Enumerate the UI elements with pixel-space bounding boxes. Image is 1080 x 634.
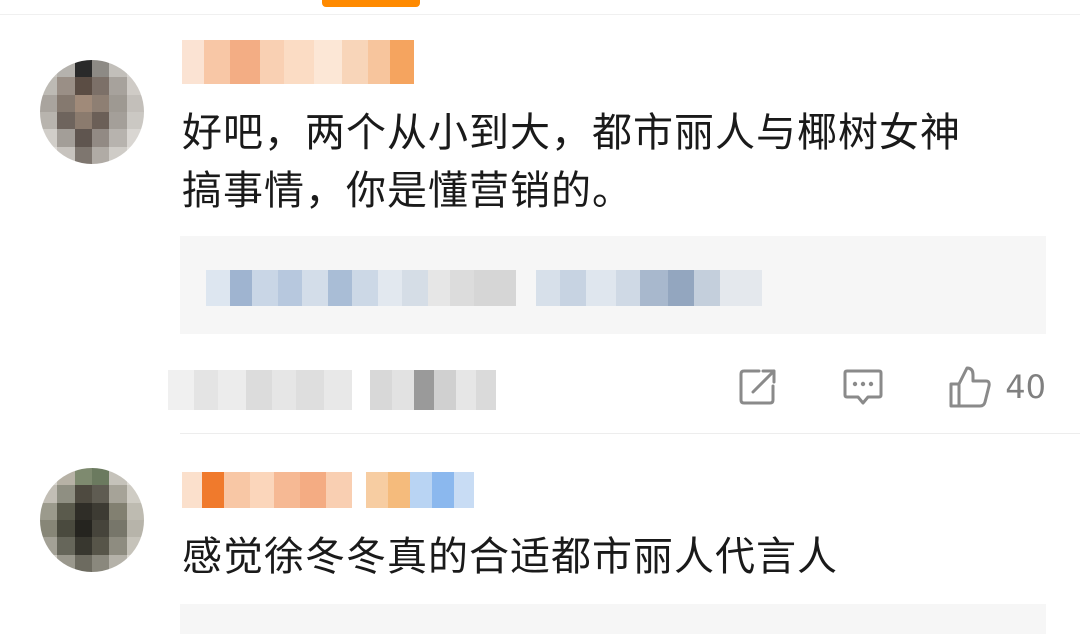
- comment-location: [370, 370, 496, 410]
- reply-author[interactable]: [206, 270, 516, 306]
- comment-item: 好吧，两个从小到大，都市丽人与椰树女神 搞事情，你是懂营销的。 40: [0, 40, 1080, 435]
- comment-text: 好吧，两个从小到大，都市丽人与椰树女神 搞事情，你是懂营销的。: [182, 104, 1032, 220]
- share-button[interactable]: [737, 366, 779, 408]
- comment-divider: [180, 433, 1080, 434]
- comment-icon: [843, 369, 883, 405]
- like-button[interactable]: 40: [947, 364, 1046, 410]
- comment-button[interactable]: [841, 365, 885, 409]
- comment-timestamp: [168, 370, 352, 410]
- comment-text-line: 好吧，两个从小到大，都市丽人与椰树女神: [182, 110, 961, 156]
- avatar[interactable]: [40, 60, 144, 164]
- top-divider: [0, 14, 1080, 15]
- active-tab-indicator: [322, 0, 420, 7]
- username[interactable]: [182, 40, 414, 84]
- comment-text-line: 感觉徐冬冬真的合适都市丽人代言人: [182, 534, 838, 580]
- thumbs-up-icon: [949, 366, 991, 408]
- comment-actions: 40: [675, 362, 1046, 412]
- comment-text-line: 搞事情，你是懂营销的。: [182, 168, 633, 214]
- avatar[interactable]: [40, 468, 144, 572]
- share-icon: [739, 369, 776, 405]
- comment-item: 感觉徐冬冬真的合适都市丽人代言人: [0, 460, 1080, 634]
- reply-preview[interactable]: [180, 604, 1046, 634]
- comment-text: 感觉徐冬冬真的合适都市丽人代言人: [182, 528, 1032, 586]
- like-count: 40: [1005, 368, 1046, 406]
- username[interactable]: [182, 472, 474, 508]
- reply-preview[interactable]: [180, 236, 1046, 334]
- reply-text: [536, 270, 762, 306]
